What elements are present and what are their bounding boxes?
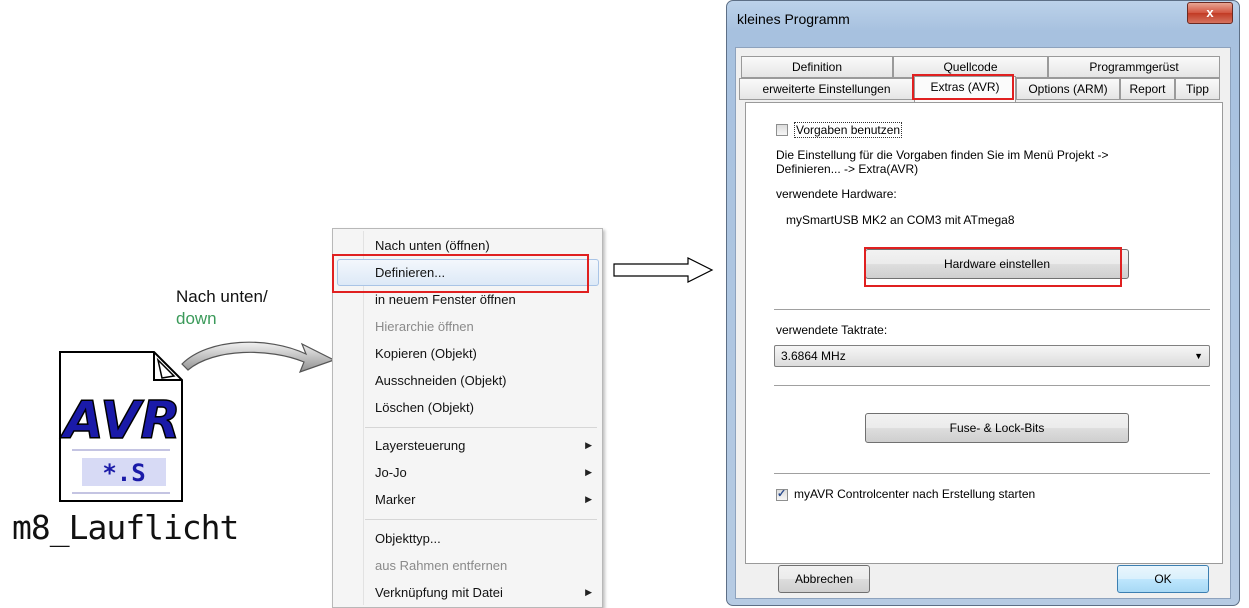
highlight-hardware-button xyxy=(864,247,1122,287)
right-arrow-icon xyxy=(612,256,716,284)
dialog-body: Definition Quellcode Programmgerüst erwe… xyxy=(735,47,1231,599)
controlcenter-checkbox[interactable] xyxy=(776,487,788,501)
tab-panel-extras: Vorgaben benutzen Die Einstellung für di… xyxy=(745,102,1223,564)
ok-button[interactable]: OK xyxy=(1117,565,1209,593)
hardware-label: verwendete Hardware: xyxy=(776,187,897,201)
menu-item-marker[interactable]: Marker ▶ xyxy=(333,486,602,513)
clock-select[interactable]: 3.6864 MHz ▼ xyxy=(774,345,1210,367)
chevron-down-icon: ▼ xyxy=(1194,351,1203,361)
hint-line2: down xyxy=(176,309,217,328)
menu-item-loeschen[interactable]: Löschen (Objekt) xyxy=(333,394,602,421)
tab-erweiterte-einstellungen[interactable]: erweiterte Einstellungen xyxy=(739,78,914,100)
menu-separator xyxy=(365,427,597,428)
menu-item-verknuepfung[interactable]: Verknüpfung mit Datei ▶ xyxy=(333,579,602,606)
tab-programmgeruest[interactable]: Programmgerüst xyxy=(1048,56,1220,78)
info-line1: Die Einstellung für die Vorgaben finden … xyxy=(776,148,1109,162)
menu-item-aus-rahmen: aus Rahmen entfernen xyxy=(375,558,508,573)
menu-item-layersteuerung[interactable]: Layersteuerung ▶ xyxy=(333,432,602,459)
separator xyxy=(774,385,1210,386)
tab-definition[interactable]: Definition xyxy=(741,56,893,78)
fuse-lock-bits-button[interactable]: Fuse- & Lock-Bits xyxy=(865,413,1129,443)
separator xyxy=(774,473,1210,474)
submenu-arrow-icon: ▶ xyxy=(585,440,592,450)
file-extension: *.S xyxy=(102,459,145,487)
separator xyxy=(774,309,1210,310)
tab-tipp[interactable]: Tipp xyxy=(1175,78,1220,100)
tab-options-arm[interactable]: Options (ARM) xyxy=(1016,78,1120,100)
highlight-definieren xyxy=(332,254,589,293)
dialog-title: kleines Programm xyxy=(737,11,850,27)
file-name-caption: m8_Lauflicht xyxy=(12,508,239,547)
cancel-button[interactable]: Abbrechen xyxy=(778,565,870,593)
hint-line1: Nach unten/ xyxy=(176,287,268,306)
hardware-value: mySmartUSB MK2 an COM3 mit ATmega8 xyxy=(786,213,1015,227)
tab-report[interactable]: Report xyxy=(1120,78,1175,100)
submenu-arrow-icon: ▶ xyxy=(585,494,592,504)
clock-label: verwendete Taktrate: xyxy=(776,323,888,337)
menu-item-jojo[interactable]: Jo-Jo ▶ xyxy=(333,459,602,486)
menu-item-kopieren[interactable]: Kopieren (Objekt) xyxy=(333,340,602,367)
controlcenter-label[interactable]: myAVR Controlcenter nach Erstellung star… xyxy=(794,487,1035,501)
avr-badge: AVR xyxy=(60,391,181,451)
use-defaults-label[interactable]: Vorgaben benutzen xyxy=(794,122,903,138)
menu-item-objekttyp[interactable]: Objekttyp... xyxy=(333,525,602,552)
menu-item-ausschneiden[interactable]: Ausschneiden (Objekt) xyxy=(333,367,602,394)
curved-arrow-icon xyxy=(178,332,338,382)
submenu-arrow-icon: ▶ xyxy=(585,587,592,597)
use-defaults-checkbox[interactable] xyxy=(776,124,788,136)
hint-text: Nach unten/ down xyxy=(176,286,268,330)
submenu-arrow-icon: ▶ xyxy=(585,467,592,477)
menu-separator xyxy=(365,519,597,520)
menu-item-hierarchie: Hierarchie öffnen xyxy=(375,319,474,334)
highlight-extras-avr-tab xyxy=(912,74,1014,100)
close-button[interactable]: x xyxy=(1187,2,1233,24)
avr-file-icon[interactable]: AVR *.S xyxy=(58,350,184,503)
clock-select-value: 3.6864 MHz xyxy=(781,349,846,363)
info-line2: Definieren... -> Extra(AVR) xyxy=(776,162,919,176)
